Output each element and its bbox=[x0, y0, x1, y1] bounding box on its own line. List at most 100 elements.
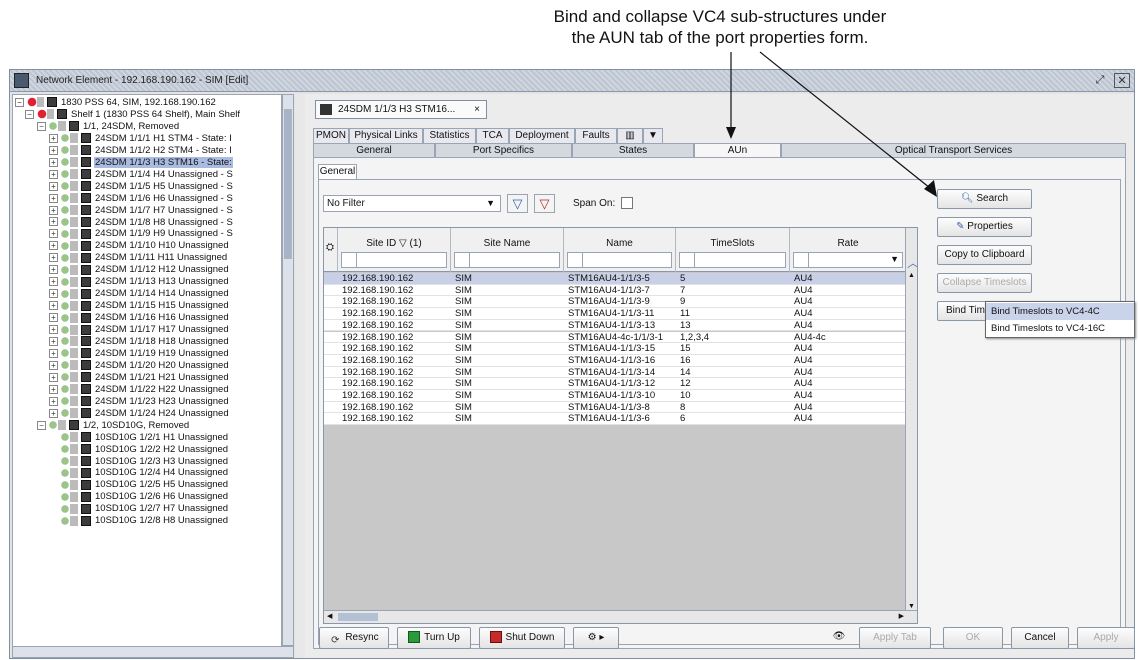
tab-port-specifics[interactable]: Port Specifics bbox=[435, 143, 572, 158]
expand-icon[interactable]: + bbox=[49, 181, 58, 191]
column-name[interactable]: Name bbox=[564, 228, 676, 272]
tree-horizontal-scrollbar[interactable] bbox=[12, 646, 294, 658]
tree-node-port[interactable]: +24SDM 1/1/8 H8 Unassigned - S bbox=[49, 217, 234, 229]
shut-down-button[interactable]: Shut Down bbox=[479, 627, 565, 649]
tab-states[interactable]: States bbox=[572, 143, 694, 158]
table-row[interactable]: 192.168.190.162 SIM STM16AU4-1/1/3-13 13 AU4 bbox=[324, 319, 907, 332]
expand-icon[interactable]: + bbox=[49, 301, 58, 311]
turn-up-button[interactable]: Turn Up bbox=[397, 627, 471, 649]
table-row[interactable]: 192.168.190.162 SIM STM16AU4-1/1/3-11 11 AU4 bbox=[324, 308, 907, 320]
menu-item-bind-vc4-16c[interactable]: Bind Timeslots to VC4-16C bbox=[986, 320, 1134, 337]
scroll-up-icon[interactable]: ︿ bbox=[907, 254, 917, 271]
expand-icon[interactable]: + bbox=[49, 133, 58, 143]
ok-button[interactable]: OK bbox=[943, 627, 1003, 649]
expand-icon[interactable]: + bbox=[49, 384, 58, 394]
expand-icon[interactable]: + bbox=[49, 229, 58, 239]
tab-more-icon[interactable]: ▥ bbox=[617, 128, 643, 144]
search-button[interactable]: 🔍︎ Search bbox=[937, 189, 1032, 209]
table-row[interactable]: 192.168.190.162 SIM STM16AU4-1/1/3-9 9 AU4 bbox=[324, 296, 907, 309]
table-row[interactable]: 192.168.190.162 SIM STM16AU4-1/1/3-14 14 AU4 bbox=[324, 366, 907, 379]
tab-faults[interactable]: Faults bbox=[575, 128, 617, 144]
table-row[interactable]: 192.168.190.162 SIM STM16AU4-1/1/3-8 8 AU4 bbox=[324, 401, 907, 414]
tree-node-port[interactable]: 10SD10G 1/2/5 H5 Unassigned bbox=[49, 479, 229, 491]
column-filter-checkbox[interactable] bbox=[454, 252, 470, 268]
expand-icon[interactable]: + bbox=[49, 253, 58, 263]
tree-node-port[interactable]: +24SDM 1/1/5 H5 Unassigned - S bbox=[49, 181, 234, 193]
span-on-checkbox[interactable] bbox=[621, 197, 633, 209]
more-actions-button[interactable]: ⚙ ▸ bbox=[573, 627, 619, 649]
table-row[interactable]: 192.168.190.162 SIM STM16AU4-4c-1/1/3-1 1,2… bbox=[324, 331, 907, 344]
tab-pmon[interactable]: PMON bbox=[313, 128, 349, 144]
filter-select[interactable]: No Filter ▼ bbox=[323, 195, 501, 212]
tree-node-card[interactable]: − 1/2, 10SD10G, Removed bbox=[37, 420, 190, 432]
tree-node-port[interactable]: 10SD10G 1/2/3 H3 Unassigned bbox=[49, 456, 229, 468]
tree-node-network-element[interactable]: − 1830 PSS 64, SIM, 192.168.190.162 bbox=[15, 97, 217, 109]
column-filter-input[interactable] bbox=[567, 252, 672, 268]
tree-node-port[interactable]: 10SD10G 1/2/4 H4 Unassigned bbox=[49, 467, 229, 479]
menu-item-bind-vc4-4c[interactable]: Bind Timeslots to VC4-4C bbox=[986, 303, 1134, 320]
tree-node-port[interactable]: 10SD10G 1/2/8 H8 Unassigned bbox=[49, 515, 229, 527]
tree-node-port[interactable]: +24SDM 1/1/6 H6 Unassigned - S bbox=[49, 193, 234, 205]
column-filter-input[interactable] bbox=[679, 252, 786, 268]
tree-node-port[interactable]: +24SDM 1/1/22 H22 Unassigned bbox=[49, 384, 230, 396]
expand-icon[interactable]: + bbox=[49, 145, 58, 155]
tree-node-port[interactable]: +24SDM 1/1/24 H24 Unassigned bbox=[49, 408, 230, 420]
expand-icon[interactable]: + bbox=[49, 193, 58, 203]
collapse-icon[interactable]: − bbox=[15, 97, 24, 107]
tree-node-port[interactable]: +24SDM 1/1/23 H23 Unassigned bbox=[49, 396, 230, 408]
column-filter-input[interactable] bbox=[454, 252, 560, 268]
cancel-button[interactable]: Cancel bbox=[1011, 627, 1069, 649]
column-filter-input[interactable] bbox=[341, 252, 447, 268]
apply-tab-button[interactable]: Apply Tab bbox=[859, 627, 931, 649]
tab-overflow-arrow-icon[interactable]: ▼ bbox=[643, 128, 663, 144]
column-filter-checkbox[interactable] bbox=[793, 252, 809, 268]
tab-tca[interactable]: TCA bbox=[476, 128, 509, 144]
tree-node-port[interactable]: +24SDM 1/1/1 H1 STM4 - State: I bbox=[49, 133, 233, 145]
close-window-icon[interactable]: ✕ bbox=[1114, 73, 1130, 88]
tree-node-port[interactable]: 10SD10G 1/2/7 H7 Unassigned bbox=[49, 503, 229, 515]
expand-icon[interactable]: + bbox=[49, 336, 58, 346]
tree-node-port[interactable]: +24SDM 1/1/7 H7 Unassigned - S bbox=[49, 205, 234, 217]
close-tab-icon[interactable]: × bbox=[474, 101, 480, 118]
tree-node-port[interactable]: +24SDM 1/1/20 H20 Unassigned bbox=[49, 360, 230, 372]
scroll-down-arrow-icon[interactable]: ▼ bbox=[908, 603, 915, 610]
expand-icon[interactable]: + bbox=[49, 217, 58, 227]
document-tab[interactable]: 24SDM 1/1/3 H3 STM16... × bbox=[315, 100, 487, 119]
column-rate[interactable]: Rate ▼ bbox=[790, 228, 907, 272]
tab-deployment[interactable]: Deployment bbox=[509, 128, 575, 144]
binoculars-icon[interactable]: 👁︎ bbox=[826, 627, 852, 649]
table-row[interactable]: 192.168.190.162 SIM STM16AU4-1/1/3-10 10 AU4 bbox=[324, 390, 907, 402]
expand-icon[interactable]: + bbox=[49, 205, 58, 215]
tree-node-port[interactable]: 10SD10G 1/2/1 H1 Unassigned bbox=[49, 432, 229, 444]
collapse-icon[interactable]: − bbox=[37, 121, 46, 131]
tab-aun[interactable]: AUn bbox=[694, 143, 781, 158]
column-site-id[interactable]: Site ID ▽ (1) bbox=[338, 228, 451, 272]
tree-node-port[interactable]: +24SDM 1/1/13 H13 Unassigned bbox=[49, 276, 230, 288]
tree-node-port[interactable]: +24SDM 1/1/12 H12 Unassigned bbox=[49, 264, 230, 276]
table-horizontal-scrollbar[interactable]: ◀ ▶ bbox=[324, 610, 917, 623]
expand-icon[interactable]: + bbox=[49, 408, 58, 418]
expand-icon[interactable]: + bbox=[49, 157, 58, 167]
expand-icon[interactable]: + bbox=[49, 396, 58, 406]
tree-node-port[interactable]: +24SDM 1/1/3 H3 STM16 - State: bbox=[49, 156, 233, 169]
expand-icon[interactable]: + bbox=[49, 265, 58, 275]
scroll-left-icon[interactable]: ◀ bbox=[327, 612, 332, 620]
expand-icon[interactable]: + bbox=[49, 289, 58, 299]
tree-scroll-thumb[interactable] bbox=[284, 109, 292, 259]
properties-button[interactable]: ✎ Properties bbox=[937, 217, 1032, 237]
tree-node-port[interactable]: +24SDM 1/1/9 H9 Unassigned - S bbox=[49, 228, 234, 240]
column-filter-checkbox[interactable] bbox=[679, 252, 695, 268]
table-row[interactable]: 192.168.190.162 SIM STM16AU4-1/1/3-5 5 AU4 bbox=[324, 273, 907, 285]
column-site-name[interactable]: Site Name bbox=[451, 228, 564, 272]
tree-node-port[interactable]: 10SD10G 1/2/2 H2 Unassigned bbox=[49, 444, 229, 456]
column-filter-select[interactable]: ▼ bbox=[793, 252, 903, 268]
clear-filter-icon[interactable]: ▽ bbox=[534, 194, 555, 213]
expand-icon[interactable]: + bbox=[49, 241, 58, 251]
tree-node-port[interactable]: +24SDM 1/1/16 H16 Unassigned bbox=[49, 312, 230, 324]
scroll-up-arrow-icon[interactable]: ▲ bbox=[908, 272, 915, 279]
expand-icon[interactable]: + bbox=[49, 277, 58, 287]
collapse-timeslots-button[interactable]: Collapse Timeslots bbox=[937, 273, 1032, 293]
copy-to-clipboard-button[interactable]: Copy to Clipboard bbox=[937, 245, 1032, 265]
table-row[interactable]: 192.168.190.162 SIM STM16AU4-1/1/3-16 16 AU4 bbox=[324, 354, 907, 367]
filter-icon[interactable]: ▽ bbox=[507, 194, 528, 213]
